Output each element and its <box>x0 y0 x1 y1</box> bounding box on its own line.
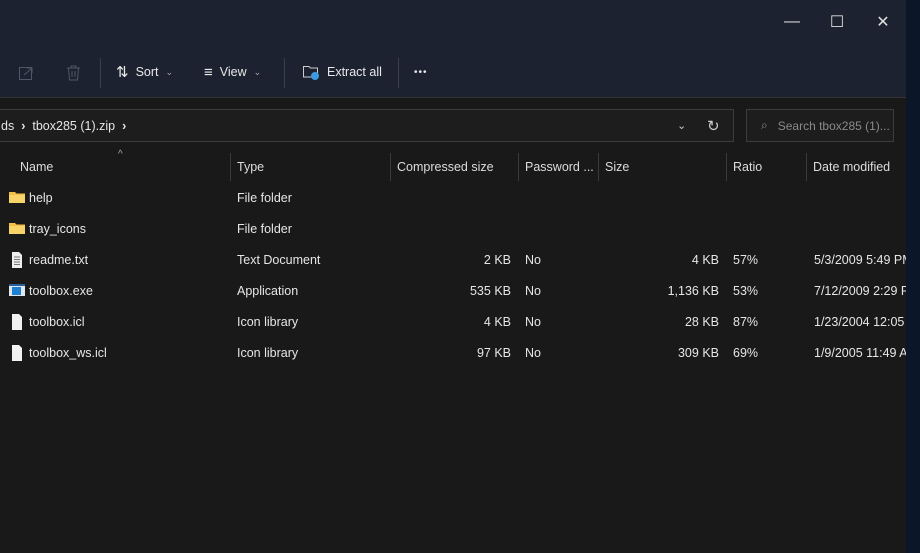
cell-date: 7/12/2009 2:29 PM <box>814 284 906 298</box>
cell-name: toolbox.exe <box>29 284 93 298</box>
view-label: View <box>219 65 247 79</box>
command-bar: ⇅ Sort ⌄ ≡ View ⌄ Extract all ••• <box>0 44 906 98</box>
cell-ratio: 57% <box>733 253 759 267</box>
file-row[interactable]: tray_icons File folder <box>0 214 906 245</box>
maximize-button[interactable]: ☐ <box>814 8 860 36</box>
cell-type: Application <box>237 284 299 298</box>
cell-type: File folder <box>237 222 292 236</box>
file-explorer-window: — ☐ ✕ ⇅ Sort ⌄ ≡ View ⌄ Extract all ••• … <box>0 0 906 553</box>
cell-type: Text Document <box>237 253 321 267</box>
column-header-name[interactable]: Name ^ <box>14 149 230 181</box>
cell-compressed: 2 KB <box>483 253 511 267</box>
cell-size: 4 KB <box>691 253 719 267</box>
cell-password: No <box>525 315 541 329</box>
cell-password: No <box>525 346 541 360</box>
close-button[interactable]: ✕ <box>860 8 906 36</box>
breadcrumb-item[interactable]: tbox285 (1).zip <box>32 119 115 133</box>
extract-all-button[interactable]: Extract all <box>302 58 382 86</box>
share-icon <box>19 66 33 80</box>
search-box[interactable]: ⌕ Search tbox285 (1)... <box>746 109 894 142</box>
breadcrumb-separator[interactable]: › <box>21 119 25 133</box>
sort-label: Sort <box>135 65 159 79</box>
cell-type: Icon library <box>237 346 299 360</box>
more-options-button[interactable]: ••• <box>414 58 428 86</box>
address-dropdown-button[interactable]: ⌄ <box>677 119 686 132</box>
cell-date: 1/23/2004 12:05 AM <box>814 315 906 329</box>
extract-folder-icon <box>303 65 319 80</box>
column-header-type[interactable]: Type <box>230 153 390 181</box>
cell-date: 5/3/2009 5:49 PM <box>814 253 906 267</box>
cell-name: readme.txt <box>29 253 89 267</box>
file-row[interactable]: toolbox_ws.icl Icon library 97 KB No 309 KB 6… <box>0 338 906 369</box>
cell-name: tray_icons <box>29 222 86 236</box>
breadcrumb-item[interactable]: ds <box>1 119 14 133</box>
address-bar[interactable]: ds › tbox285 (1).zip › ⌄ ↻ <box>0 109 734 142</box>
cell-ratio: 87% <box>733 315 759 329</box>
cell-password: No <box>525 284 541 298</box>
cell-ratio: 69% <box>733 346 759 360</box>
file-row[interactable]: help File folder <box>0 183 906 214</box>
cell-name: help <box>29 191 53 205</box>
column-header-password[interactable]: Password ... <box>518 153 598 181</box>
view-icon: ≡ <box>204 63 213 81</box>
cell-compressed: 4 KB <box>483 315 511 329</box>
chevron-down-icon: ⌄ <box>253 66 262 77</box>
title-bar: — ☐ ✕ <box>0 0 906 44</box>
extract-all-label: Extract all <box>327 65 382 79</box>
file-row[interactable]: readme.txt Text Document 2 KB No 4 KB 57% 5/3/… <box>0 245 906 276</box>
file-icon <box>9 314 25 330</box>
cell-date: 1/9/2005 11:49 AM <box>814 346 906 360</box>
exe-icon <box>9 283 25 297</box>
sort-button[interactable]: ⇅ Sort ⌄ <box>116 58 173 86</box>
cell-type: Icon library <box>237 315 299 329</box>
share-button[interactable] <box>18 58 35 86</box>
text-icon <box>9 252 25 268</box>
column-header-ratio[interactable]: Ratio <box>726 153 806 181</box>
cell-size: 28 KB <box>684 315 719 329</box>
cell-compressed: 97 KB <box>476 346 511 360</box>
refresh-icon[interactable]: ↻ <box>707 117 720 135</box>
delete-button[interactable] <box>65 58 82 86</box>
chevron-down-icon: ⌄ <box>165 66 174 77</box>
cell-password: No <box>525 253 541 267</box>
folder-icon <box>9 221 25 235</box>
search-icon: ⌕ <box>761 118 768 132</box>
cell-name: toolbox_ws.icl <box>29 346 107 360</box>
file-row[interactable]: toolbox.icl Icon library 4 KB No 28 KB 87% 1/2… <box>0 307 906 338</box>
column-header-size[interactable]: Size <box>598 153 726 181</box>
folder-icon <box>9 190 25 204</box>
breadcrumb-separator[interactable]: › <box>122 119 126 133</box>
file-row[interactable]: toolbox.exe Application 535 KB No 1,136 KB 53… <box>0 276 906 307</box>
trash-icon <box>67 65 80 80</box>
column-header-compressed-size[interactable]: Compressed size <box>390 153 518 181</box>
cell-compressed: 535 KB <box>469 284 511 298</box>
search-input[interactable]: Search tbox285 (1)... <box>778 119 890 133</box>
cell-size: 309 KB <box>677 346 719 360</box>
cell-type: File folder <box>237 191 292 205</box>
cell-size: 1,136 KB <box>667 284 719 298</box>
minimize-button[interactable]: — <box>769 8 815 36</box>
view-button[interactable]: ≡ View ⌄ <box>204 58 261 86</box>
column-header-date-modified[interactable]: Date modified <box>806 153 906 181</box>
sort-icon: ⇅ <box>116 64 129 81</box>
cell-name: toolbox.icl <box>29 315 85 329</box>
cell-ratio: 53% <box>733 284 759 298</box>
sort-ascending-icon: ^ <box>118 149 123 160</box>
file-icon <box>9 345 25 361</box>
